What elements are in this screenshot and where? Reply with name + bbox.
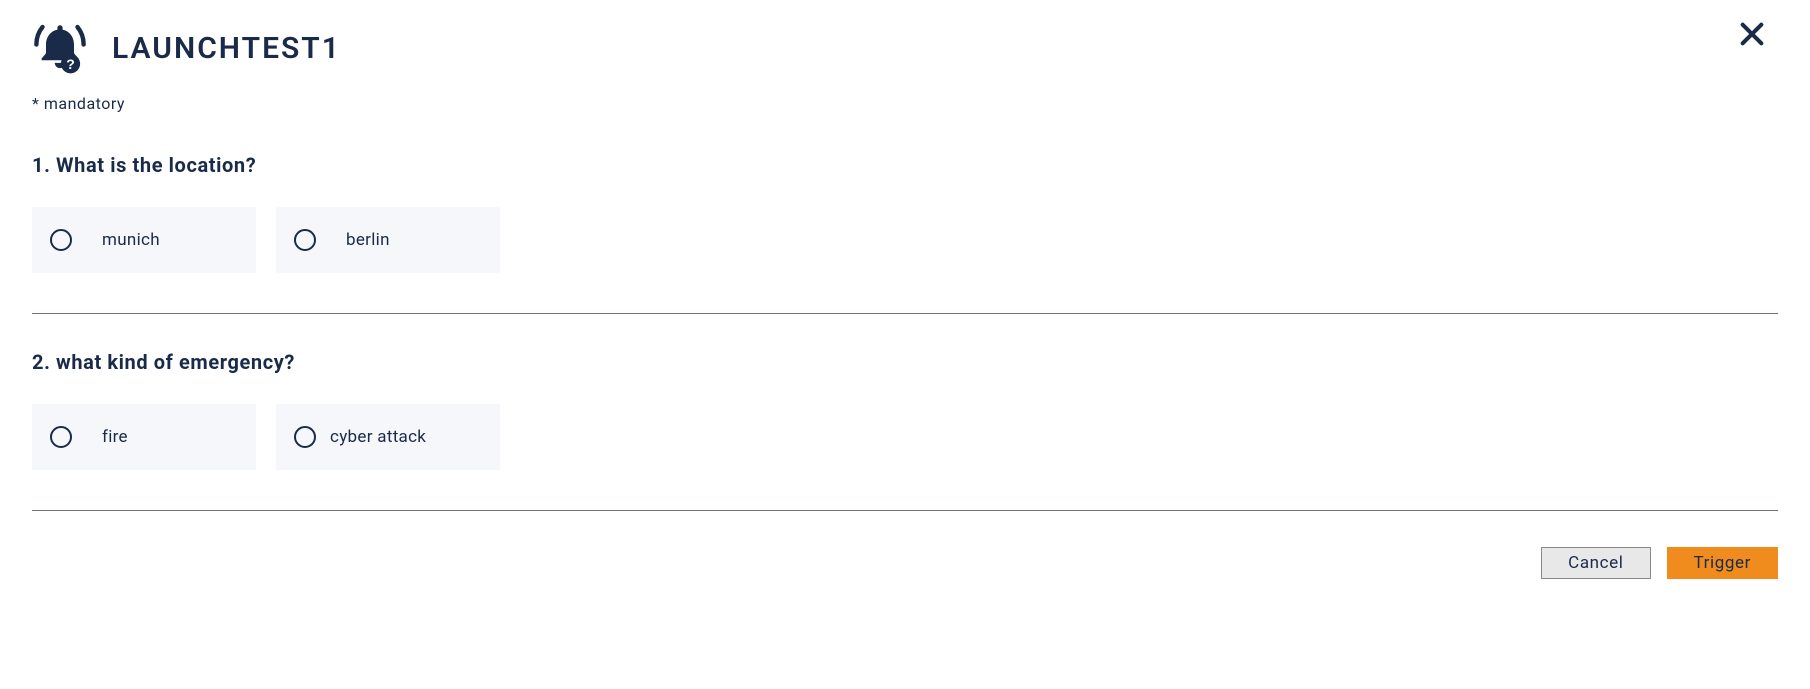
option-fire[interactable]: fire: [32, 404, 256, 470]
option-label: munich: [102, 230, 160, 250]
options-row: fire cyber attack: [32, 404, 1778, 470]
trigger-button[interactable]: Trigger: [1667, 547, 1778, 579]
question-block-emergency: 2. what kind of emergency? fire cyber at…: [32, 350, 1778, 470]
option-label: cyber attack: [330, 427, 426, 447]
alert-bell-icon: ?: [32, 20, 88, 76]
option-berlin[interactable]: berlin: [276, 207, 500, 273]
dialog-container: ? LAUNCHTEST1 * mandatory 1. What is the…: [0, 0, 1810, 611]
radio-icon: [294, 426, 316, 448]
question-label: 1. What is the location?: [32, 153, 1778, 177]
question-block-location: 1. What is the location? munich berlin: [32, 153, 1778, 273]
divider: [32, 510, 1778, 511]
dialog-footer: Cancel Trigger: [32, 547, 1778, 579]
mandatory-note: * mandatory: [32, 94, 1778, 113]
dialog-header: ? LAUNCHTEST1: [32, 20, 1778, 76]
divider: [32, 313, 1778, 314]
question-label: 2. what kind of emergency?: [32, 350, 1778, 374]
options-row: munich berlin: [32, 207, 1778, 273]
option-label: fire: [102, 427, 128, 447]
cancel-button[interactable]: Cancel: [1541, 547, 1650, 579]
svg-text:?: ?: [66, 56, 75, 72]
option-munich[interactable]: munich: [32, 207, 256, 273]
option-cyber-attack[interactable]: cyber attack: [276, 404, 500, 470]
radio-icon: [50, 426, 72, 448]
option-label: berlin: [346, 230, 390, 250]
radio-icon: [50, 229, 72, 251]
dialog-title: LAUNCHTEST1: [112, 31, 341, 66]
radio-icon: [294, 229, 316, 251]
close-icon: [1736, 18, 1768, 50]
close-button[interactable]: [1730, 12, 1774, 59]
